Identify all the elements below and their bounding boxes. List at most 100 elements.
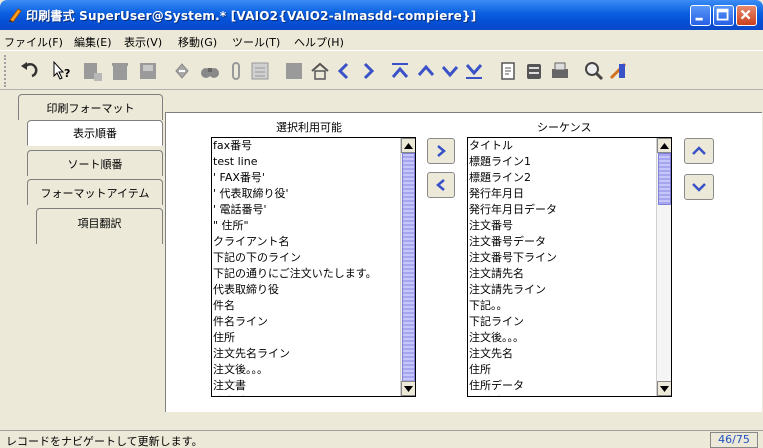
- close-icon: [740, 9, 751, 20]
- tab-label: フォーマットアイテム: [40, 186, 150, 200]
- list-item[interactable]: 注文請先ライン: [468, 282, 671, 298]
- find-button[interactable]: [196, 57, 224, 85]
- tab-format-item[interactable]: フォーマットアイテム: [27, 179, 163, 205]
- tab-print-format[interactable]: 印刷フォーマット: [18, 94, 163, 120]
- list-item[interactable]: 下記ライン: [468, 314, 671, 330]
- record-counter[interactable]: 46/75: [710, 432, 758, 448]
- title-bar[interactable]: 印刷書式 SuperUser@System.* [VAIO2{VAIO2-alm…: [0, 0, 763, 30]
- list-item[interactable]: 住所: [468, 362, 671, 378]
- undo-button[interactable]: [14, 57, 42, 85]
- next-button[interactable]: [354, 57, 382, 85]
- list-item[interactable]: 標題ライン2: [468, 170, 671, 186]
- menu-tools[interactable]: ツール(T): [232, 34, 280, 50]
- list-item[interactable]: 発行年月日データ: [468, 202, 671, 218]
- down-icon: [441, 66, 459, 78]
- maximize-icon: [716, 8, 729, 21]
- list-item[interactable]: 注文番号: [212, 394, 415, 396]
- list-item[interactable]: 件名ライン: [212, 314, 415, 330]
- archive-icon: [527, 64, 541, 79]
- print-button[interactable]: [546, 57, 574, 85]
- close-button[interactable]: [736, 5, 757, 26]
- refresh-button[interactable]: [168, 57, 196, 85]
- move-down-button[interactable]: [684, 174, 714, 200]
- menu-view[interactable]: 表示(V): [124, 34, 162, 50]
- toolbar-grip[interactable]: [4, 55, 9, 87]
- minimize-icon: [695, 17, 703, 21]
- list-item[interactable]: ' 代表取締り役': [212, 186, 415, 202]
- maximize-button[interactable]: [713, 5, 734, 26]
- list-item[interactable]: 電話番号: [468, 394, 671, 396]
- report-icon: [501, 62, 515, 80]
- list-item[interactable]: ' 電話番号': [212, 202, 415, 218]
- list-item[interactable]: 注文後。。。: [212, 362, 415, 378]
- list-item[interactable]: 注文請先名: [468, 266, 671, 282]
- tab-display-order[interactable]: 表示順番: [27, 120, 163, 146]
- scroll-thumb[interactable]: [658, 153, 671, 205]
- list-item[interactable]: 下記の下のライン: [212, 250, 415, 266]
- list-item[interactable]: 住所: [212, 330, 415, 346]
- grid-toggle-button[interactable]: [246, 57, 274, 85]
- menu-edit[interactable]: 編集(E): [74, 34, 112, 50]
- add-button[interactable]: [427, 138, 455, 164]
- list-item[interactable]: 下記の通りにご注文いたします。: [212, 266, 415, 282]
- first-record-button[interactable]: [386, 57, 414, 85]
- tab-item-translation[interactable]: 項目翻訳: [36, 208, 163, 244]
- delete-button[interactable]: [106, 57, 134, 85]
- undo-icon: [21, 62, 38, 78]
- list-item[interactable]: 注文書: [212, 378, 415, 394]
- list-item[interactable]: test line: [212, 154, 415, 170]
- toolbar: ?: [0, 52, 763, 90]
- report-button[interactable]: [494, 57, 522, 85]
- scroll-down-button[interactable]: [401, 381, 415, 396]
- list-item[interactable]: " 住所": [212, 218, 415, 234]
- exit-button[interactable]: [604, 57, 632, 85]
- archive-button[interactable]: [520, 57, 548, 85]
- remove-button[interactable]: [427, 172, 455, 198]
- status-message: レコードをナビゲートして更新します。: [6, 435, 203, 448]
- previous-icon: [337, 62, 349, 80]
- list-item[interactable]: 注文番号データ: [468, 234, 671, 250]
- parent-record-button[interactable]: [280, 57, 308, 85]
- list-item[interactable]: 注文番号下ライン: [468, 250, 671, 266]
- list-item[interactable]: ' FAX番号': [212, 170, 415, 186]
- tab-sort-order[interactable]: ソート順番: [27, 150, 163, 176]
- scroll-thumb[interactable]: [402, 153, 415, 383]
- new-record-button[interactable]: [78, 57, 106, 85]
- list-item[interactable]: 住所データ: [468, 378, 671, 394]
- list-item[interactable]: 下記。。: [468, 298, 671, 314]
- list-item[interactable]: 注文先名: [468, 346, 671, 362]
- list-item[interactable]: 注文先名ライン: [212, 346, 415, 362]
- list-item[interactable]: 発行年月日: [468, 186, 671, 202]
- sequence-scrollbar[interactable]: [656, 138, 671, 396]
- sequence-list[interactable]: タイトル 標題ライン1 標題ライン2 発行年月日 発行年月日データ 注文番号 注文番号データ…: [467, 137, 672, 397]
- list-item[interactable]: クライアント名: [212, 234, 415, 250]
- triangle-up-icon: [660, 142, 669, 149]
- scroll-up-button[interactable]: [657, 138, 671, 153]
- move-up-button[interactable]: [684, 138, 714, 164]
- list-item[interactable]: 注文後。。。: [468, 330, 671, 346]
- triangle-up-icon: [404, 142, 413, 149]
- scroll-up-button[interactable]: [401, 138, 415, 153]
- available-list[interactable]: fax番号 test line ' FAX番号' ' 代表取締り役' ' 電話番号' " …: [211, 137, 416, 397]
- list-item[interactable]: タイトル: [468, 138, 671, 154]
- list-item[interactable]: 標題ライン1: [468, 154, 671, 170]
- last-record-button[interactable]: [460, 57, 488, 85]
- minimize-button[interactable]: [690, 5, 711, 26]
- list-item[interactable]: 注文番号: [468, 218, 671, 234]
- first-record-icon: [391, 63, 409, 78]
- up-icon: [417, 64, 435, 76]
- menu-go[interactable]: 移動(G): [178, 34, 217, 50]
- next-icon: [363, 62, 375, 80]
- help-cursor-button[interactable]: ?: [48, 57, 76, 85]
- list-item[interactable]: 代表取締り役: [212, 282, 415, 298]
- exit-icon: [609, 62, 627, 80]
- new-record-icon: [84, 63, 102, 81]
- list-item[interactable]: fax番号: [212, 138, 415, 154]
- menu-help[interactable]: ヘルプ(H): [294, 34, 344, 50]
- delete-icon: [112, 63, 128, 80]
- available-scrollbar[interactable]: [400, 138, 415, 396]
- menu-file[interactable]: ファイル(F): [4, 34, 63, 50]
- save-button[interactable]: [134, 57, 162, 85]
- scroll-down-button[interactable]: [657, 381, 671, 396]
- list-item[interactable]: 件名: [212, 298, 415, 314]
